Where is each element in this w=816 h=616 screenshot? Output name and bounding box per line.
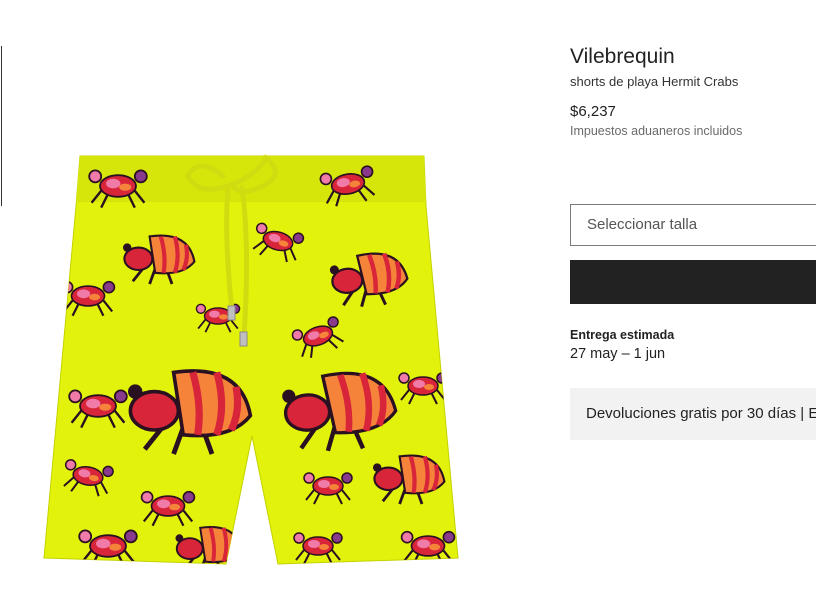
free-returns-text: Devoluciones gratis por 30 días | E <box>586 405 816 422</box>
add-to-bag-button[interactable] <box>570 260 816 304</box>
product-gallery <box>0 0 520 616</box>
size-select-placeholder: Seleccionar talla <box>587 216 698 233</box>
product-info-panel: Vilebrequin shorts de playa Hermit Crabs… <box>570 0 816 616</box>
free-returns-banner[interactable]: Devoluciones gratis por 30 días | E <box>570 388 816 440</box>
duties-note: Impuestos aduaneros incluidos <box>570 124 743 138</box>
product-name: shorts de playa Hermit Crabs <box>570 74 739 89</box>
product-image-swim-shorts[interactable] <box>28 146 476 594</box>
product-page: Vilebrequin shorts de playa Hermit Crabs… <box>0 0 816 616</box>
product-brand[interactable]: Vilebrequin <box>570 45 675 69</box>
product-price: $6,237 <box>570 103 616 120</box>
delivery-label: Entrega estimada <box>570 328 675 342</box>
gallery-scroll-indicator[interactable] <box>1 46 2 206</box>
delivery-dates: 27 may – 1 jun <box>570 346 666 362</box>
size-select[interactable]: Seleccionar talla <box>570 204 816 246</box>
